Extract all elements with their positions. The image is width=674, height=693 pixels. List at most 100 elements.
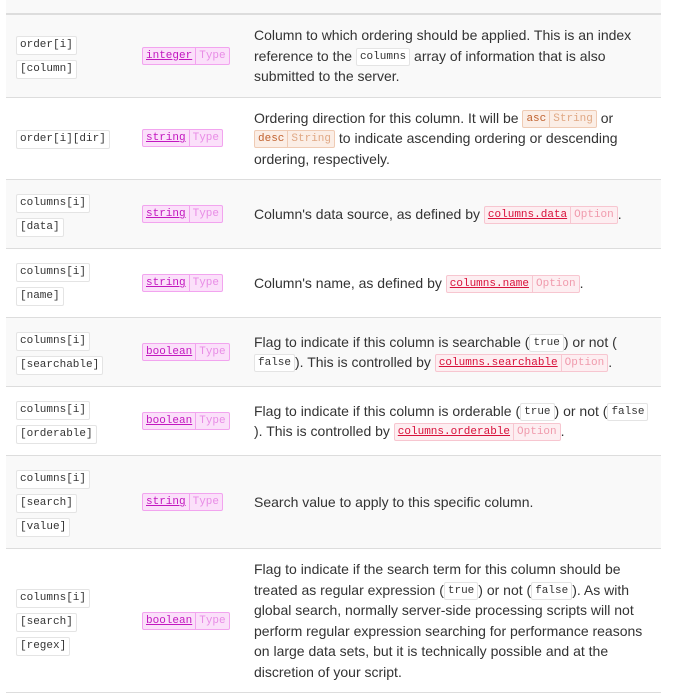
chip-label: Option	[513, 424, 560, 441]
parameter-cell: columns[i] [name]	[6, 259, 142, 307]
param-line: [name]	[16, 283, 142, 307]
parameter-cell: columns[i] [searchable]	[6, 328, 142, 376]
type-value[interactable]: string	[143, 494, 189, 510]
type-label: Type	[188, 206, 222, 223]
type-chip[interactable]: string Type	[142, 129, 224, 148]
param-line: columns[i]	[16, 190, 142, 214]
description-text: or	[596, 109, 614, 126]
param-line: columns[i]	[16, 328, 142, 352]
type-value[interactable]: boolean	[143, 413, 195, 429]
description-text: Ordering direction for this column. It w…	[254, 109, 523, 126]
parameter-cell: order[i] [column]	[6, 32, 142, 80]
description-text: Flag to indicate if this column is order…	[254, 402, 521, 419]
type-label: Type	[188, 275, 222, 292]
option-link-chip[interactable]: columns.name Option	[445, 275, 580, 294]
description-cell: Flag to indicate if this column is order…	[254, 401, 654, 442]
type-chip[interactable]: boolean Type	[142, 412, 230, 431]
parameter-name: order[i]	[16, 35, 77, 55]
parameter-name: [value]	[16, 518, 71, 537]
description-cell: Column's data source, as defined by colu…	[254, 204, 654, 225]
option-link-chip[interactable]: columns.data Option	[483, 206, 618, 225]
parameter-name: [column]	[16, 59, 77, 79]
description-text: Column's name, as defined by	[254, 274, 446, 291]
inline-code: true	[529, 333, 564, 352]
parameter-name: columns[i]	[16, 263, 91, 282]
chip-value[interactable]: columns.orderable	[395, 424, 513, 440]
param-line: [value]	[16, 514, 142, 538]
type-chip[interactable]: string Type	[142, 493, 224, 512]
parameter-name: [regex]	[16, 636, 71, 656]
parameter-cell: columns[i] [search] [value]	[6, 466, 142, 538]
description-text: .	[617, 205, 622, 222]
table-row: order[i][dir] string Type Ordering directio…	[6, 98, 661, 180]
type-label: Type	[195, 344, 228, 361]
description-cell: Ordering direction for this column. It w…	[254, 108, 654, 170]
chip-value[interactable]: columns.data	[485, 207, 570, 223]
type-value[interactable]: boolean	[143, 344, 195, 360]
type-cell: string Type	[142, 129, 254, 148]
parameter-name: columns[i]	[16, 194, 91, 213]
type-cell: boolean Type	[142, 611, 254, 630]
type-chip[interactable]: string Type	[142, 274, 224, 293]
type-chip[interactable]: boolean Type	[142, 343, 230, 362]
description-text: Column's data source, as defined by	[254, 205, 484, 222]
table-row: columns[i] [searchable] boolean Type Flag to…	[6, 318, 661, 387]
description-text: .	[560, 423, 565, 439]
type-cell: boolean Type	[142, 343, 254, 362]
parameter-cell: columns[i] [data]	[6, 190, 142, 238]
type-cell: boolean Type	[142, 412, 254, 431]
chip-label: String	[549, 110, 596, 127]
inline-code: false	[254, 354, 296, 373]
type-chip[interactable]: integer Type	[142, 46, 230, 65]
type-chip[interactable]: string Type	[142, 205, 224, 224]
parameter-name: [data]	[16, 218, 64, 237]
type-value[interactable]: integer	[143, 48, 195, 64]
table-row: columns[i] [orderable] boolean Type Flag to …	[6, 387, 661, 456]
option-link-chip[interactable]: columns.orderable Option	[393, 423, 561, 442]
type-cell: string Type	[142, 493, 254, 512]
type-label: Type	[188, 494, 222, 511]
type-value[interactable]: boolean	[143, 613, 195, 629]
type-label: Type	[195, 612, 228, 629]
option-link-chip[interactable]: columns.searchable Option	[434, 354, 609, 373]
parameter-name: order[i][dir]	[16, 130, 110, 150]
inline-code: true	[520, 402, 555, 421]
chip-value[interactable]: columns.searchable	[436, 355, 561, 371]
parameter-name: columns[i]	[16, 332, 91, 351]
type-value[interactable]: string	[143, 275, 189, 291]
chip-value: desc	[258, 133, 285, 146]
description-cell: Column to which ordering should be appli…	[254, 25, 654, 87]
parameter-cell: columns[i] [search] [regex]	[6, 585, 142, 657]
chip-label: Option	[560, 355, 608, 372]
chip-label: String	[287, 131, 334, 148]
param-line: columns[i]	[16, 585, 142, 609]
table-row: columns[i] [data] string Type Column's data …	[6, 180, 661, 249]
param-line: order[i]	[16, 32, 142, 56]
param-line: columns[i]	[16, 466, 142, 490]
type-cell: string Type	[142, 274, 254, 293]
type-cell: string Type	[142, 205, 254, 224]
table-header	[6, 0, 661, 15]
description-text: Search value to apply to this specific c…	[254, 493, 534, 510]
description-text: .	[579, 274, 584, 291]
table-row: columns[i] [name] string Type Column's name,…	[6, 249, 661, 318]
parameter-name: columns[i]	[16, 470, 91, 489]
chip-value[interactable]: columns.name	[447, 276, 532, 292]
parameter-cell: order[i][dir]	[6, 126, 142, 150]
type-value[interactable]: string	[143, 130, 189, 146]
description-text: .	[608, 354, 613, 370]
description-text: Flag to indicate if this column is searc…	[254, 333, 530, 350]
parameter-name: [search]	[16, 612, 77, 632]
string-value-chip: asc String	[522, 109, 597, 128]
parameter-name: columns[i]	[16, 401, 91, 420]
description-text: ) or not (	[563, 333, 617, 350]
chip-label: Option	[570, 207, 617, 224]
type-value[interactable]: string	[143, 206, 189, 222]
type-chip[interactable]: boolean Type	[142, 611, 230, 630]
inline-code: columns	[355, 47, 411, 66]
parameter-name: [searchable]	[16, 356, 104, 375]
param-line: order[i][dir]	[16, 126, 142, 150]
description-text: ). This is controlled by	[254, 423, 394, 439]
param-line: [data]	[16, 214, 142, 238]
inline-code: true	[443, 581, 479, 600]
